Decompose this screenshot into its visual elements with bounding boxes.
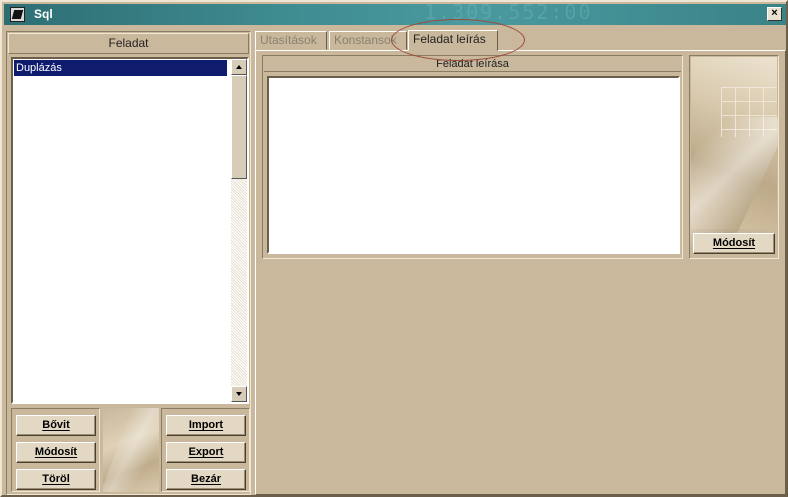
task-panel-header: Feladat [8, 33, 249, 54]
close-button[interactable]: Bezár [166, 469, 246, 490]
window-title: Sql [34, 7, 53, 21]
decorative-image [690, 57, 778, 247]
decorative-image [103, 408, 159, 492]
delete-button[interactable]: Töröl [16, 469, 96, 490]
scroll-up-icon[interactable] [231, 59, 247, 75]
description-side-panel: Módosít [689, 55, 779, 259]
sql-window: 1.309.552:00 Sql × Feladat Duplázás Bővi… [0, 0, 788, 497]
add-button[interactable]: Bővit [16, 415, 96, 436]
edit-button-group: Bővit Módosít Töröl [11, 408, 100, 492]
task-panel: Feladat Duplázás Bővit Módosít Töröl Imp… [6, 31, 251, 495]
modify-description-button[interactable]: Módosít [693, 233, 775, 254]
import-button[interactable]: Import [166, 415, 246, 436]
scroll-down-icon[interactable] [231, 386, 247, 402]
app-icon[interactable] [10, 7, 25, 22]
close-icon[interactable]: × [767, 7, 782, 21]
file-button-group: Import Export Bezár [161, 408, 250, 492]
tab-konstansok[interactable]: Konstansok [329, 31, 407, 50]
tab-feladat-leiras[interactable]: Feladat leírás [408, 30, 498, 51]
modify-task-button[interactable]: Módosít [16, 442, 96, 463]
export-button[interactable]: Export [166, 442, 246, 463]
tab-content: Feladat leírása Módosít [255, 50, 786, 495]
task-list[interactable]: Duplázás [11, 57, 249, 404]
tab-utasitasok[interactable]: Utasítások [255, 31, 327, 50]
description-group: Feladat leírása [262, 55, 683, 259]
description-title: Feladat leírása [264, 57, 681, 72]
task-list-scrollbar[interactable] [231, 59, 247, 402]
title-bar[interactable]: 1.309.552:00 Sql × [4, 4, 786, 25]
title-bar-watermark: 1.309.552:00 [424, 4, 593, 24]
list-item[interactable]: Duplázás [14, 60, 227, 76]
description-textarea[interactable] [267, 76, 680, 254]
scrollbar-thumb[interactable] [231, 75, 247, 179]
